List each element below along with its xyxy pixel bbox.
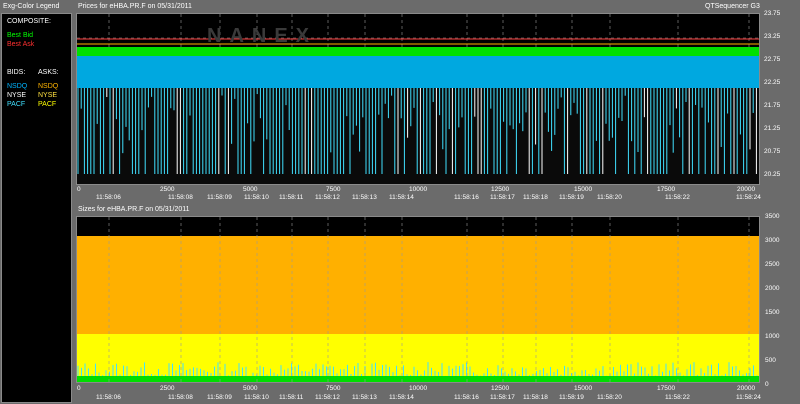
asks-label: ASKS: [38, 69, 59, 76]
size-time-tick: 11:58:20 [597, 394, 622, 401]
price-time-tick: 11:58:08 [168, 194, 193, 201]
size-time-tick: 11:58:12 [315, 394, 340, 401]
size-x-tick: 0 [77, 385, 81, 392]
size-x-tick: 12500 [491, 385, 510, 392]
size-time-tick: 11:58:13 [352, 394, 377, 401]
price-time-tick: 11:58:24 [736, 194, 761, 201]
price-x-tick: 17500 [657, 186, 676, 193]
price-time-tick: 11:58:16 [454, 194, 479, 201]
size-x-tick: 5000 [243, 385, 258, 392]
price-x-tick: 5000 [243, 186, 258, 193]
price-time-tick: 11:58:20 [597, 194, 622, 201]
size-x-tick: 15000 [574, 385, 593, 392]
best-bid-size-band [77, 376, 759, 382]
bid-pacf-label: PACF [7, 101, 26, 108]
size-y-tick: 1500 [765, 309, 780, 316]
price-time-tick: 11:58:09 [207, 194, 232, 201]
price-time-tick: 11:58:19 [559, 194, 584, 201]
nsdq-bid-band [77, 56, 759, 88]
size-chart[interactable] [76, 216, 760, 383]
size-time-tick: 11:58:11 [279, 394, 304, 401]
size-x-tick: 2500 [160, 385, 175, 392]
price-time-tick: 11:58:12 [315, 194, 340, 201]
size-time-tick: 11:58:14 [389, 394, 414, 401]
price-time-tick: 11:58:22 [665, 194, 690, 201]
size-time-tick: 11:58:08 [168, 394, 193, 401]
size-y-tick: 500 [765, 357, 776, 364]
price-y-tick: 23.25 [764, 33, 781, 40]
price-time-tick: 11:58:11 [279, 194, 304, 201]
price-x-tick: 0 [77, 186, 81, 193]
price-time-tick: 11:58:18 [523, 194, 548, 201]
price-time-tick: 11:58:06 [96, 194, 121, 201]
price-time-tick: 11:58:14 [389, 194, 414, 201]
nanex-watermark: NANEX [207, 25, 317, 47]
size-time-tick: 11:58:09 [207, 394, 232, 401]
price-x-tick: 7500 [326, 186, 341, 193]
composite-label: COMPOSITE: [7, 18, 51, 25]
price-chart-title: Prices for eHBA.PR.F on 05/31/2011 [78, 3, 192, 10]
size-x-tick: 17500 [657, 385, 676, 392]
price-chart-canvas: NANEX [77, 14, 759, 184]
bid-nsdq-label: NSDQ [7, 83, 28, 90]
price-x-tick: 2500 [160, 186, 175, 193]
price-x-tick: 12500 [491, 186, 510, 193]
best-bid-label: Best Bid [7, 32, 34, 39]
ask-nsdq-label: NSDQ [38, 83, 59, 90]
price-x-tick: 10000 [409, 186, 428, 193]
size-time-tick: 11:58:24 [736, 394, 761, 401]
ask-pacf-label: PACF [38, 101, 57, 108]
price-y-tick: 20.25 [764, 171, 781, 178]
price-y-tick: 21.75 [764, 102, 781, 109]
size-y-tick: 2000 [765, 285, 780, 292]
price-x-tick: 15000 [574, 186, 593, 193]
price-time-tick: 11:58:17 [490, 194, 515, 201]
size-time-tick: 11:58:10 [244, 394, 269, 401]
size-time-tick: 11:58:17 [490, 394, 515, 401]
size-x-tick: 7500 [326, 385, 341, 392]
price-y-tick: 22.75 [764, 56, 781, 63]
size-y-tick: 2500 [765, 261, 780, 268]
size-y-tick: 3500 [765, 213, 780, 220]
size-x-tick: 20000 [737, 385, 756, 392]
exchange-color-legend: COMPOSITE: Best Bid Best Ask BIDS: ASKS:… [1, 13, 72, 403]
size-chart-title: Sizes for eHBA.PR.F on 05/31/2011 [78, 206, 190, 213]
size-time-tick: 11:58:18 [523, 394, 548, 401]
size-chart-canvas [77, 217, 759, 382]
legend-title: Exg-Color Legend [3, 3, 60, 10]
bids-label: BIDS: [7, 69, 26, 76]
size-y-tick: 0 [765, 381, 769, 388]
price-y-tick: 23.75 [764, 10, 781, 17]
price-y-tick: 20.75 [764, 148, 781, 155]
size-y-tick: 1000 [765, 333, 780, 340]
ask-nyse-label: NYSE [38, 92, 58, 99]
best-ask-label: Best Ask [7, 41, 35, 48]
size-time-tick: 11:58:19 [559, 394, 584, 401]
size-time-tick: 11:58:22 [665, 394, 690, 401]
best-bid-band [77, 47, 759, 56]
bid-nyse-label: NYSE [7, 92, 27, 99]
price-time-tick: 11:58:10 [244, 194, 269, 201]
size-time-tick: 11:58:16 [454, 394, 479, 401]
price-y-tick: 21.25 [764, 125, 781, 132]
nsdq-ask-size-area [77, 236, 759, 334]
size-x-tick: 10000 [409, 385, 428, 392]
app-title: QTSequencer G3 [705, 3, 760, 10]
price-x-tick: 20000 [737, 186, 756, 193]
size-y-tick: 3000 [765, 237, 780, 244]
price-time-tick: 11:58:13 [352, 194, 377, 201]
size-time-tick: 11:58:06 [96, 394, 121, 401]
price-chart[interactable]: NANEX [76, 13, 760, 185]
price-y-tick: 22.25 [764, 79, 781, 86]
